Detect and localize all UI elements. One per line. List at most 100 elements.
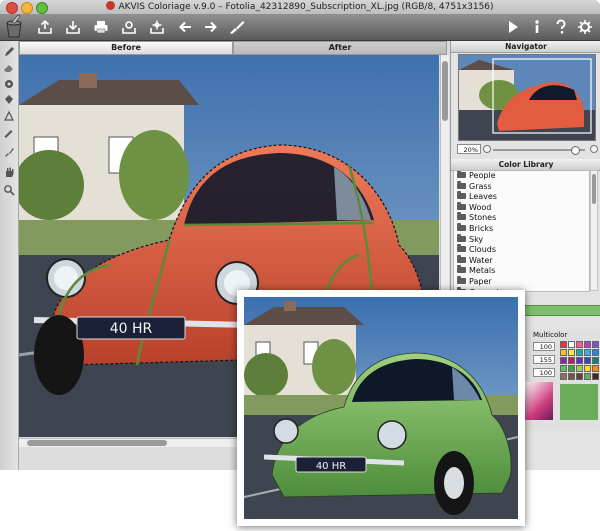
print-icon[interactable] <box>92 18 110 36</box>
color-library-item[interactable]: Sky <box>454 233 589 246</box>
palette-swatch[interactable] <box>592 357 599 364</box>
redo-icon[interactable] <box>202 18 220 36</box>
color-library-scrollbar[interactable] <box>590 170 598 291</box>
palette-swatch[interactable] <box>592 341 599 348</box>
palette-swatch[interactable] <box>584 341 591 348</box>
folder-icon <box>457 244 466 253</box>
color-picker-square[interactable] <box>525 382 553 420</box>
color-library-item[interactable]: Metals <box>454 265 589 277</box>
multicolor-label: Multicolor <box>533 331 568 339</box>
zoom-out-button[interactable] <box>483 145 491 153</box>
palette-swatch[interactable] <box>584 357 591 364</box>
eyedropper-icon[interactable] <box>2 125 16 139</box>
zoom-select[interactable]: 20% <box>457 144 481 154</box>
red-value-field[interactable]: 100 <box>533 342 555 351</box>
color-library-brush-icon[interactable] <box>228 18 246 36</box>
color-library-item[interactable]: Leaves <box>454 191 589 203</box>
run-icon[interactable] <box>504 18 522 36</box>
current-color-swatch[interactable] <box>560 384 598 420</box>
palette-swatch[interactable] <box>592 373 599 380</box>
zoom-in-button[interactable] <box>590 145 598 153</box>
horizontal-scroll-thumb[interactable] <box>27 440 167 446</box>
palette-swatch[interactable] <box>584 365 591 372</box>
brush-icon[interactable] <box>2 145 16 159</box>
color-library-item[interactable]: Clouds <box>454 244 589 256</box>
palette-swatch[interactable] <box>576 365 583 372</box>
color-range-icon[interactable] <box>2 109 16 123</box>
palette-swatch[interactable] <box>592 349 599 356</box>
undo-icon[interactable] <box>176 18 194 36</box>
palette-swatch[interactable] <box>576 341 583 348</box>
result-preview-card: 40 HR <box>237 290 525 526</box>
palette-swatch[interactable] <box>568 349 575 356</box>
result-photo: 40 HR <box>244 297 518 519</box>
magic-tube-icon[interactable] <box>2 77 16 91</box>
color-library-item-label: Grass <box>469 181 492 191</box>
settings-export-icon[interactable] <box>148 18 166 36</box>
color-library-item[interactable]: Grass <box>454 180 589 193</box>
color-strip[interactable] <box>521 305 600 316</box>
folder-icon <box>457 222 466 231</box>
zoom-slider-handle[interactable] <box>571 146 580 155</box>
folder-icon <box>457 171 466 178</box>
tools-panel <box>0 41 19 470</box>
license-plate-text: 40 HR <box>110 321 153 337</box>
color-library-item-label: Wood <box>469 202 492 212</box>
palette-swatch[interactable] <box>568 341 575 348</box>
palette-swatch[interactable] <box>560 349 567 356</box>
color-library-item[interactable]: Bricks <box>454 222 589 235</box>
palette-swatch[interactable] <box>576 349 583 356</box>
eraser-icon[interactable] <box>2 61 16 75</box>
preferences-icon[interactable] <box>576 18 594 36</box>
save-image-icon[interactable] <box>64 18 82 36</box>
vertical-scroll-thumb[interactable] <box>442 61 448 121</box>
main-toolbar <box>0 15 600 41</box>
color-library-item-label: Paper <box>469 276 492 286</box>
tab-before[interactable]: Before <box>19 41 233 55</box>
color-library-list: People Grass Leaves Wood Stones Bricks Sky Clou… <box>453 170 590 292</box>
palette-swatch[interactable] <box>568 357 575 364</box>
folder-icon <box>457 275 466 284</box>
open-image-icon[interactable] <box>36 18 54 36</box>
palette-swatch[interactable] <box>560 341 567 348</box>
palette-swatch[interactable] <box>584 373 591 380</box>
color-library-item[interactable]: People <box>454 171 589 182</box>
palette-swatch[interactable] <box>584 349 591 356</box>
window-title-area: AKVIS Coloriage v.9.0 – Fotolia_42312890… <box>0 0 600 14</box>
akvis-logo-icon <box>106 1 116 10</box>
folder-icon <box>457 212 466 221</box>
workspace-bucket-icon <box>2 14 28 40</box>
share-icon[interactable] <box>120 18 138 36</box>
palette-swatch[interactable] <box>560 373 567 380</box>
color-library-item[interactable]: Water <box>454 254 589 267</box>
color-library-scroll-thumb[interactable] <box>592 174 596 204</box>
palette-swatch[interactable] <box>568 373 575 380</box>
pencil-icon[interactable] <box>2 45 16 59</box>
palette-swatch[interactable] <box>568 365 575 372</box>
color-library-item-label: Sky <box>469 234 484 244</box>
palette-swatch[interactable] <box>576 373 583 380</box>
color-library-item[interactable]: Stones <box>454 212 589 224</box>
zoom-icon[interactable] <box>2 183 16 197</box>
blue-value-field[interactable]: 100 <box>533 368 555 377</box>
folder-icon <box>457 180 466 189</box>
palette-swatch[interactable] <box>560 357 567 364</box>
color-library-item-label: Bricks <box>469 223 494 233</box>
green-value-field[interactable]: 155 <box>533 355 555 364</box>
result-license-plate-text: 40 HR <box>316 461 346 472</box>
color-library-item[interactable]: Paper <box>454 275 589 288</box>
help-icon[interactable] <box>552 18 570 36</box>
hand-icon[interactable] <box>2 165 16 179</box>
palette-swatch[interactable] <box>560 365 567 372</box>
info-icon[interactable] <box>528 18 546 36</box>
palette-swatch[interactable] <box>576 357 583 364</box>
bucket-icon[interactable] <box>2 93 16 107</box>
palette-swatch[interactable] <box>592 365 599 372</box>
color-library-item[interactable]: Wood <box>454 201 589 214</box>
folder-icon <box>457 201 466 210</box>
color-library-item-label: Leaves <box>469 192 497 202</box>
navigator-preview[interactable] <box>458 54 596 141</box>
folder-icon <box>457 265 466 274</box>
folder-icon <box>457 254 466 263</box>
tab-after[interactable]: After <box>233 41 447 55</box>
